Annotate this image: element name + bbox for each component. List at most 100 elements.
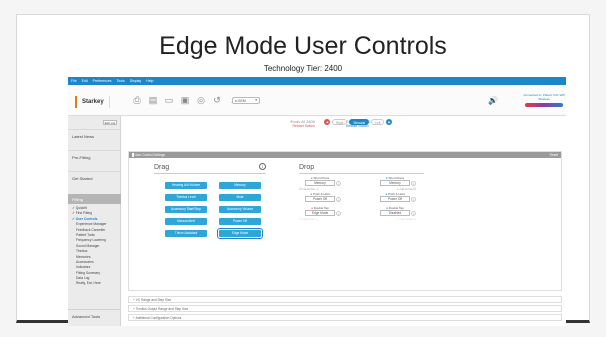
menu-file[interactable]: File — [71, 79, 77, 83]
right-double-tap-slot[interactable]: Disabled × — [380, 210, 416, 216]
sidebar-advanced-tools[interactable]: Advanced Tools — [68, 309, 121, 322]
connection-status: Connected to: Patient 3.01 Wifi Wireless — [523, 93, 565, 108]
drag-manual-alert[interactable]: Manual Alert — [165, 218, 207, 225]
slot-value: Disabled — [388, 211, 402, 215]
collapsed-panel-title: Additional Configuration Options — [135, 316, 182, 320]
right-push-hold-slot[interactable]: Power Off × — [380, 196, 416, 202]
drop-title: Drop — [299, 164, 315, 171]
right-short-press-slot[interactable]: Memory × — [380, 180, 416, 186]
save-icon[interactable]: ⎙ — [132, 95, 142, 105]
open-icon[interactable]: ▭ — [164, 95, 174, 105]
clear-icon[interactable]: × — [336, 197, 341, 202]
sidebar-pre-fitting[interactable]: Pre-Fitting — [68, 150, 121, 163]
drag-accessory-start-stop[interactable]: Accessory Start/Stop — [165, 206, 207, 213]
collapse-icon[interactable]: − — [132, 153, 134, 157]
clear-icon[interactable]: × — [411, 211, 416, 216]
check-label: Up to Go — [302, 187, 315, 191]
sidebar-item-label: Quickfit — [75, 206, 87, 210]
check-label: Up to Go — [400, 187, 413, 191]
chevron-down-icon: ▾ — [255, 98, 257, 102]
drop-divider — [299, 173, 424, 174]
device-selector-value: e-SEM — [235, 99, 246, 103]
collapsed-panel-additional-options[interactable]: + Additional Configuration Options — [128, 314, 562, 321]
left-push-hold-slot[interactable]: Power Off × — [305, 196, 341, 202]
device-selector[interactable]: e-SEM ▾ — [232, 97, 260, 104]
sidebar-fitting-list: ✓ Quickfit ✓ First Fitting ✓ User Contro… — [72, 206, 106, 287]
sidebar-fitting[interactable]: Fitting — [68, 194, 121, 204]
left-double-tap-slot[interactable]: Edge Mode × — [305, 210, 341, 216]
menu-bar: File Edit Preferences Tools Display Help — [68, 77, 566, 85]
collapsed-panel-tinnitus-range[interactable]: + Tinnitus Output Range and Step Size — [128, 305, 562, 312]
menu-preferences[interactable]: Preferences — [93, 79, 112, 83]
menu-edit[interactable]: Edit — [82, 79, 88, 83]
drop-right-column: ● Short Press Memory × ⇠ Up to Go ☑ ● Pus… — [374, 176, 416, 222]
drag-memory[interactable]: Memory — [219, 182, 261, 189]
slide-subtitle: Technology Tier: 2400 — [263, 64, 343, 73]
panel-header-title: User Control Settings — [134, 153, 165, 157]
sidebar-item-experience-manager[interactable]: Experience Manager — [72, 222, 106, 227]
sidebar-item-really-ear-hear[interactable]: Really, Ear, Hear — [72, 281, 106, 286]
sidebar-latest-news[interactable]: Latest News — [68, 129, 121, 142]
app-screenshot: File Edit Preferences Tools Display Help… — [68, 77, 566, 326]
drag-hearing-aid-volume[interactable]: Hearing Aid Volume — [165, 182, 207, 189]
drag-power-off[interactable]: Power Off — [219, 218, 261, 225]
collapsed-panel-vc-range[interactable]: + VC Range and Step Size — [128, 296, 562, 303]
folder-icon[interactable]: ▣ — [180, 95, 190, 105]
info-icon[interactable]: i — [259, 163, 266, 170]
drop-left-column: ● Short Press Memory × ☑ Up to Go ⇢ ● Pus… — [299, 176, 341, 222]
side-selector: ◀ Right Binaural Left ▶ — [324, 119, 393, 125]
slot-value: Power Off — [387, 197, 403, 201]
undo-icon[interactable]: ↺ — [212, 95, 222, 105]
right-ear-icon[interactable]: ▶ — [386, 119, 393, 125]
slot-value: Edge Mode — [311, 211, 329, 215]
side-left-toggle[interactable]: Left — [371, 119, 385, 125]
speaker-icon[interactable]: 🔊 — [488, 96, 498, 105]
drag-thrive-assistant[interactable]: Thrive Assistant — [165, 230, 207, 237]
edit-list-button[interactable]: Edit List — [103, 120, 117, 125]
connection-text: Connected to: Patient 3.01 Wifi Wireless — [523, 93, 565, 101]
slot-value: Memory — [314, 181, 326, 185]
sidebar: Edit List Latest News Pre-Fitting Get St… — [68, 116, 121, 326]
menu-tools[interactable]: Tools — [117, 79, 125, 83]
slide: Edge Mode User Controls Technology Tier:… — [16, 14, 590, 326]
connection-bar — [525, 103, 563, 108]
right-up-down-check-2[interactable]: ⇠ Up to Go ☐ — [374, 216, 416, 222]
menu-help[interactable]: Help — [146, 79, 153, 83]
left-ear-icon[interactable]: ◀ — [324, 119, 330, 125]
drag-edge-mode[interactable]: Edge Mode — [217, 228, 263, 239]
panel-header: − User Control Settings Reset — [129, 152, 561, 158]
left-short-press-slot[interactable]: Memory × — [305, 180, 341, 186]
check-label: Up to Go — [400, 217, 413, 221]
drag-divider — [154, 173, 266, 174]
record-icon[interactable]: ◎ — [196, 95, 206, 105]
sidebar-get-started[interactable]: Get Started — [68, 171, 121, 184]
clear-icon[interactable]: × — [336, 211, 341, 216]
left-device-status: Restart Switch — [292, 124, 315, 128]
sidebar-item-frequency-lowering[interactable]: Frequency Lowering — [72, 238, 106, 243]
sidebar-item-label: First Fitting — [75, 211, 92, 216]
drag-accessory-volume[interactable]: Accessory Volume — [219, 206, 261, 213]
clear-icon[interactable]: × — [336, 181, 341, 186]
left-up-down-check-2[interactable]: ☐ Up to Go ⇢ — [299, 216, 341, 222]
slide-title: Edge Mode User Controls — [159, 32, 447, 60]
slot-value: Memory — [389, 181, 401, 185]
check-label: Up to Go — [302, 217, 315, 221]
drag-tinnitus-level[interactable]: Tinnitus Level — [165, 194, 207, 201]
user-control-settings-panel: − User Control Settings Reset Drag i Hea… — [128, 151, 562, 291]
side-binaural-toggle[interactable]: Binaural — [349, 119, 370, 125]
reset-button[interactable]: Reset — [550, 153, 558, 157]
sidebar-item-label: User Controls — [75, 216, 98, 221]
toolbar: Starkey ⎙ ▤ ▭ ▣ ◎ ↺ ♪ ♫ e-SEM ▾ 🔊 Connec… — [68, 85, 566, 116]
print-icon[interactable]: ▤ — [148, 95, 158, 105]
slot-value: Power Off — [312, 197, 328, 201]
clear-icon[interactable]: × — [411, 197, 416, 202]
drag-mute[interactable]: Mute — [219, 194, 261, 201]
starkey-logo: Starkey — [75, 96, 110, 108]
collapsed-panel-title: VC Range and Step Size — [135, 298, 172, 302]
drag-title: Drag — [154, 164, 170, 171]
menu-display[interactable]: Display — [130, 79, 141, 83]
left-device: Evolv AI 2400 Restart Switch — [255, 119, 315, 128]
clear-icon[interactable]: × — [411, 181, 416, 186]
side-right-toggle[interactable]: Right — [332, 119, 348, 125]
collapsed-panel-title: Tinnitus Output Range and Step Size — [135, 307, 189, 311]
